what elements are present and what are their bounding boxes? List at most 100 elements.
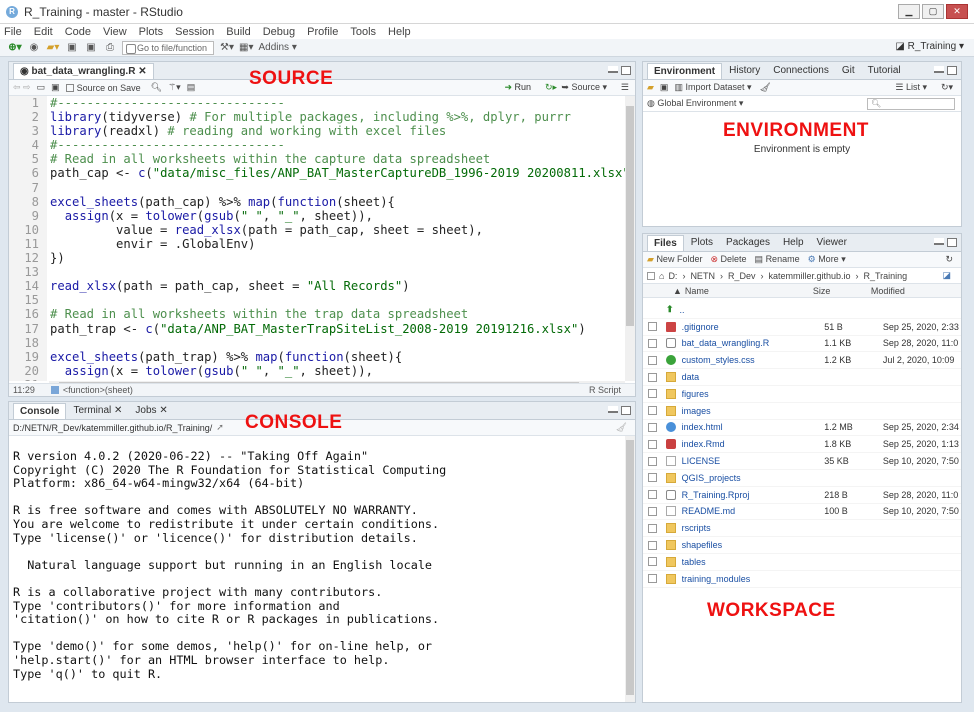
scope-dropdown[interactable]: ◍ Global Environment ▾ [647, 98, 743, 109]
file-row[interactable]: index.Rmd 1.8 KB Sep 25, 2020, 1:13 [643, 436, 961, 454]
function-scope-label[interactable]: <function>(sheet) [63, 385, 133, 395]
menu-build[interactable]: Build [226, 26, 250, 38]
file-checkbox[interactable] [648, 473, 657, 483]
file-type-label[interactable]: R Script [589, 385, 621, 395]
delete-button[interactable]: ⊗ Delete [710, 254, 746, 265]
menu-plots[interactable]: Plots [139, 26, 163, 38]
new-folder-button[interactable]: ▰ New Folder [647, 254, 702, 265]
file-checkbox[interactable] [648, 557, 657, 567]
maximize-files-icon[interactable] [947, 238, 957, 247]
code-line[interactable]: 2 library(tidyverse) # For multiple packa… [9, 110, 625, 125]
file-name[interactable]: index.html [682, 422, 825, 432]
rename-button[interactable]: ▤ Rename [755, 254, 800, 265]
menu-debug[interactable]: Debug [263, 26, 295, 38]
menu-view[interactable]: View [103, 26, 127, 38]
goto-file-input[interactable]: Go to file/function [122, 40, 214, 55]
code-line[interactable]: 13 [9, 265, 625, 280]
file-name[interactable]: bat_data_wrangling.R [682, 338, 825, 348]
load-workspace-icon[interactable]: ▰ [647, 82, 654, 93]
code-line[interactable]: 8 excel_sheets(path_cap) %>% map(function… [9, 194, 625, 209]
code-line[interactable]: 17 path_trap <- c("data/ANP_BAT_MasterTra… [9, 321, 625, 336]
tab-plots[interactable]: Plots [685, 235, 719, 251]
code-line[interactable]: 10 value = read_xlsx(path = path_cap, sh… [9, 222, 625, 237]
tab-jobs[interactable]: Jobs ✕ [129, 403, 173, 419]
code-line[interactable]: 14 read_xlsx(path = path_cap, sheet = "Al… [9, 279, 625, 294]
code-line[interactable]: 12}) [9, 251, 625, 266]
vertical-scroll-thumb[interactable] [626, 106, 634, 326]
file-row[interactable]: rscripts [643, 520, 961, 538]
code-line[interactable]: 18 [9, 335, 625, 350]
code-line[interactable]: 7 [9, 180, 625, 195]
console-output[interactable]: R version 4.0.2 (2020-06-22) -- "Taking … [9, 436, 625, 702]
menu-file[interactable]: File [4, 26, 22, 38]
column-name[interactable]: Name [685, 286, 813, 296]
file-checkbox[interactable] [648, 574, 657, 584]
maximize-button[interactable]: ▢ [922, 4, 944, 19]
minimize-button[interactable]: ▁ [898, 4, 920, 19]
column-size[interactable]: Size [813, 286, 871, 296]
code-line[interactable]: 16 # Read in all worksheets within the tr… [9, 307, 625, 322]
file-checkbox[interactable] [648, 506, 657, 516]
maximize-pane-icon[interactable] [621, 66, 631, 75]
tab-git[interactable]: Git [836, 63, 861, 79]
code-line[interactable]: 5 # Read in all worksheets within the cap… [9, 152, 625, 167]
code-line[interactable]: 19 excel_sheets(path_trap) %>% map(functi… [9, 349, 625, 364]
file-row[interactable]: tables [643, 554, 961, 571]
tab-bat-data-wrangling[interactable]: ◉ bat_data_wrangling.R ✕ [13, 63, 154, 79]
menu-code[interactable]: Code [65, 26, 91, 38]
menu-session[interactable]: Session [175, 26, 214, 38]
show-in-window-icon[interactable]: ▭ [37, 82, 46, 93]
list-view-button[interactable]: ☰ List ▾ [895, 82, 927, 93]
minimize-console-icon[interactable] [608, 406, 618, 413]
file-name[interactable]: images [682, 406, 825, 416]
search-icon[interactable]: 🔍︎ [151, 82, 162, 93]
tab-files[interactable]: Files [647, 235, 684, 251]
file-row[interactable]: bat_data_wrangling.R 1.1 KB Sep 28, 2020, … [643, 336, 961, 353]
back-arrow-icon[interactable]: ⇦ ⇨ [13, 82, 31, 93]
broom-icon[interactable]: 🧹︎ [760, 82, 771, 93]
file-row[interactable]: training_modules [643, 571, 961, 588]
file-checkbox[interactable] [648, 439, 657, 449]
outline-icon[interactable]: ☰ [621, 82, 629, 93]
file-row[interactable]: LICENSE 35 KB Sep 10, 2020, 7:50 [643, 453, 961, 470]
menu-profile[interactable]: Profile [307, 26, 338, 38]
file-checkbox[interactable] [648, 406, 657, 416]
file-row[interactable]: images [643, 403, 961, 420]
file-checkbox[interactable] [648, 338, 657, 348]
build-icon[interactable]: ⚒▾ [220, 41, 234, 55]
file-name[interactable]: R_Training.Rproj [682, 490, 825, 500]
source-button[interactable]: ➥ Source ▾ [561, 82, 607, 93]
home-icon[interactable]: ⌂ [659, 271, 664, 281]
file-row[interactable]: R_Training.Rproj 218 B Sep 28, 2020, 11:0 [643, 487, 961, 504]
goto-dir-icon[interactable]: ➚ [216, 422, 224, 433]
code-editor[interactable]: 1 #------------------------------- 2 librar… [9, 96, 625, 381]
save-icon[interactable]: ▣ [65, 41, 79, 55]
file-name[interactable]: index.Rmd [682, 439, 825, 449]
menu-tools[interactable]: Tools [350, 26, 376, 38]
file-row[interactable]: .gitignore 51 B Sep 25, 2020, 2:33 [643, 319, 961, 336]
file-name[interactable]: shapefiles [682, 540, 825, 550]
code-line[interactable]: 20 assign(x = tolower(gsub(" ", "_", she… [9, 363, 625, 378]
file-name[interactable]: .gitignore [682, 322, 825, 332]
new-file-icon[interactable]: ⊕▾ [8, 41, 22, 55]
file-checkbox[interactable] [648, 372, 657, 382]
refresh-env-icon[interactable]: ↻▾ [941, 82, 953, 93]
tab-connections[interactable]: Connections [767, 63, 835, 79]
minimize-pane-icon[interactable] [608, 66, 618, 73]
open-file-icon[interactable]: ▰▾ [46, 41, 60, 55]
tab-packages[interactable]: Packages [720, 235, 776, 251]
code-line[interactable]: 11 envir = .GlobalEnv) [9, 236, 625, 252]
project-icon[interactable]: ◪ [942, 270, 951, 281]
file-name[interactable]: figures [682, 389, 825, 399]
console-scrollbar[interactable] [625, 436, 635, 702]
menu-edit[interactable]: Edit [34, 26, 53, 38]
minimize-files-icon[interactable] [934, 238, 944, 245]
rerun-icon[interactable]: ↻▸ [545, 82, 557, 93]
breadcrumb-github-io[interactable]: katemmiller.github.io [768, 271, 850, 281]
code-line[interactable]: 3 library(readxl) # reading and working w… [9, 124, 625, 139]
file-checkbox[interactable] [648, 523, 657, 533]
clear-console-icon[interactable]: 🧹︎ [616, 422, 627, 433]
save-source-icon[interactable]: ▣ [51, 82, 60, 93]
tab-history[interactable]: History [723, 63, 766, 79]
close-button[interactable]: ✕ [946, 4, 968, 19]
